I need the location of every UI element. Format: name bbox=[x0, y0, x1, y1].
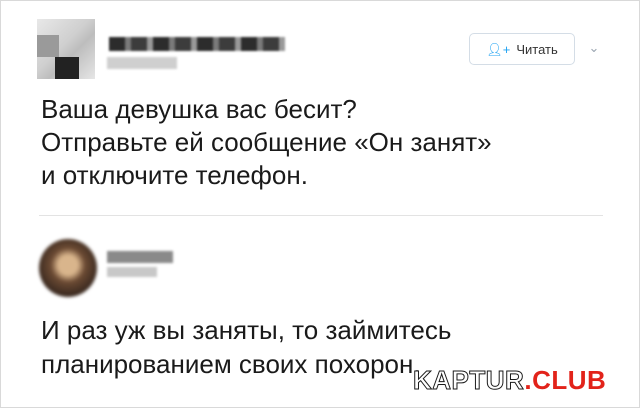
tweet-text-line: и отключите телефон. bbox=[41, 160, 308, 190]
tweet-text: Ваша девушка вас бесит? Отправьте ей соо… bbox=[41, 93, 611, 192]
author-name-blurred[interactable] bbox=[109, 37, 285, 51]
tweet-text-line: Отправьте ей сообщение «Он занят» bbox=[41, 127, 492, 157]
avatar-blur-detail bbox=[55, 57, 79, 79]
reply-author-handle-blurred bbox=[107, 267, 157, 277]
tweet-card: 👤︎+ Читать ⌄ Ваша девушка вас бесит? Отп… bbox=[0, 0, 640, 408]
follow-button-label: Читать bbox=[516, 41, 558, 57]
reply-avatar[interactable] bbox=[39, 239, 97, 297]
divider bbox=[39, 215, 603, 216]
chevron-down-icon[interactable]: ⌄ bbox=[586, 41, 602, 55]
watermark: KAPTUR.CLUB bbox=[412, 365, 607, 396]
person-plus-icon: 👤︎+ bbox=[486, 41, 511, 57]
reply-author-name-blurred[interactable] bbox=[107, 251, 173, 263]
reply-text-line: И раз уж вы заняты, то займитесь bbox=[41, 315, 452, 345]
author-handle-blurred bbox=[107, 57, 177, 69]
tweet-text-line: Ваша девушка вас бесит? bbox=[41, 94, 357, 124]
avatar-blur-detail bbox=[37, 35, 59, 57]
watermark-part: KAPTUR bbox=[412, 365, 525, 396]
avatar[interactable] bbox=[37, 19, 95, 79]
follow-button[interactable]: 👤︎+ Читать bbox=[469, 33, 575, 65]
watermark-part: .CLUB bbox=[524, 365, 607, 395]
